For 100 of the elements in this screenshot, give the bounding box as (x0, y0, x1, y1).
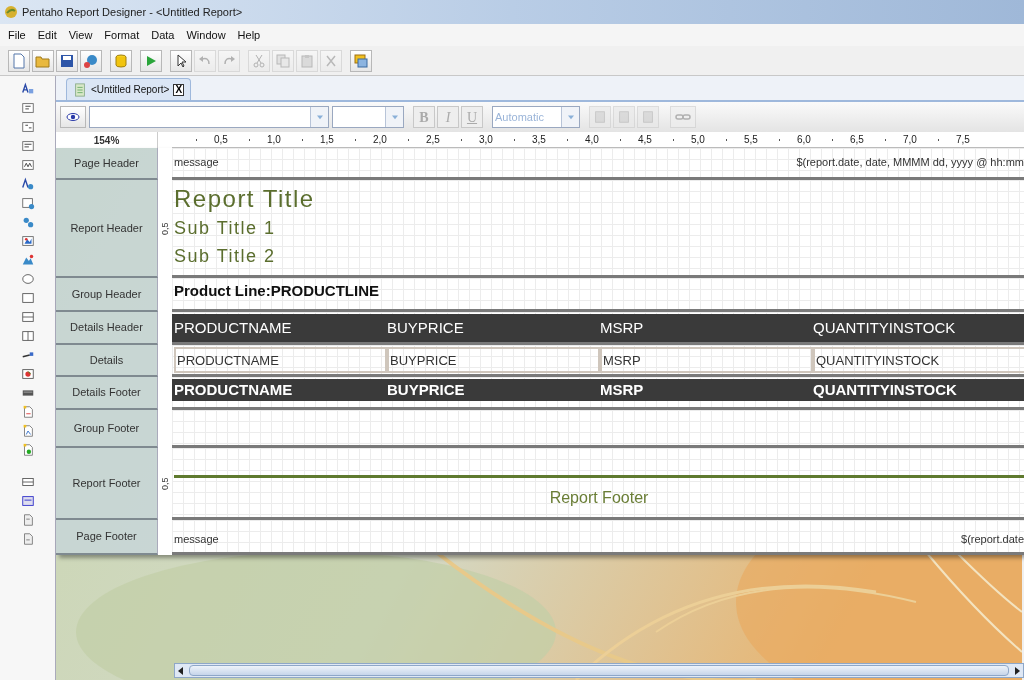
text-field-tool-icon[interactable] (20, 101, 35, 115)
column-header: QUANTITYINSTOCK (813, 318, 957, 338)
footer-text: Report Footer (549, 487, 649, 508)
summary-field: MSRP (600, 379, 813, 401)
band-label[interactable]: Report Footer (56, 448, 158, 520)
database-icon (113, 52, 129, 69)
ruler-label: 7,5 (956, 133, 970, 147)
band-label[interactable]: Page Header (56, 148, 158, 180)
font-size-dropdown[interactable] (332, 106, 404, 128)
ruler-tick (938, 139, 939, 141)
pointer-button[interactable] (170, 49, 192, 72)
tab-label: <Untitled Report> (91, 83, 170, 97)
floppy-disk-button[interactable] (56, 49, 78, 72)
windows-icon (353, 52, 369, 69)
image-tool-icon[interactable] (20, 253, 35, 267)
play-button[interactable] (140, 49, 162, 72)
ruler-label: 3,5 (532, 133, 546, 147)
document-icon (11, 52, 27, 69)
band-label[interactable]: Details (56, 345, 158, 377)
page-icon (593, 110, 607, 124)
date-field-tool-icon[interactable] (20, 139, 35, 153)
ruler-label: 0,5 (214, 133, 228, 147)
database-button[interactable] (110, 49, 132, 72)
ruler-label: 6,5 (850, 133, 864, 147)
number-field-tool-icon[interactable] (20, 120, 35, 134)
report-subtitle: Sub Title 2 (174, 245, 277, 268)
ruler-tick (832, 139, 833, 141)
message-field-tool-icon[interactable] (20, 158, 35, 172)
band-label[interactable]: Details Header (56, 312, 158, 345)
windows-button[interactable] (350, 49, 372, 72)
ruler-label: 6,0 (797, 133, 811, 147)
ruler-label: 1,0 (267, 133, 281, 147)
menu-item[interactable]: File (8, 26, 26, 44)
menu-item[interactable]: Format (104, 26, 140, 44)
summary-field: BUYPRICE (387, 379, 600, 401)
date-field: $(report.date (961, 530, 1024, 548)
ruler-label: 1,5 (320, 133, 334, 147)
ruler-tick (461, 139, 462, 141)
app-logo-icon (4, 5, 18, 19)
menu-item[interactable]: Data (151, 26, 175, 44)
ruler-tick (196, 139, 197, 141)
band-label[interactable]: Details Footer (56, 377, 158, 410)
paste-icon (299, 52, 315, 69)
document-tab[interactable]: <Untitled Report> X (66, 78, 192, 100)
ruler-label: 3,0 (479, 133, 493, 147)
preview-button[interactable] (60, 106, 86, 128)
ruler-tick (779, 139, 780, 141)
zoom-level: 154% (93, 133, 120, 148)
menu-item[interactable]: Window (186, 26, 226, 44)
page-icon (641, 110, 655, 124)
ruler-tick (567, 139, 568, 141)
horizontal-scrollbar[interactable] (174, 663, 1024, 678)
document-button[interactable] (8, 49, 30, 72)
group-title: Product Line:PRODUCTLINE (174, 281, 380, 301)
menu-item[interactable]: Help (237, 26, 261, 44)
ruler-label: 2,0 (373, 133, 387, 147)
data-field: BUYPRICE (387, 347, 600, 373)
ruler-label: 0,5 (158, 222, 171, 236)
resource-field-tool-icon[interactable] (20, 196, 35, 210)
column-header: MSRP (600, 318, 645, 338)
band-icon[interactable] (20, 475, 35, 489)
data-field: MSRP (600, 347, 813, 373)
summary-field: PRODUCTNAME (174, 379, 387, 401)
ruler-label: 7,0 (903, 133, 917, 147)
ruler-label: 4,5 (638, 133, 652, 147)
band-label[interactable]: Group Footer (56, 410, 158, 448)
document-icon (73, 82, 87, 97)
band-label[interactable]: Group Header (56, 278, 158, 312)
ruler-label: 5,0 (691, 133, 705, 147)
band-label[interactable]: Report Header (56, 180, 158, 278)
table-band-icon[interactable] (20, 494, 35, 508)
ruler-tick (249, 139, 250, 141)
menu-item[interactable]: View (68, 26, 93, 44)
ruler-label: 5,5 (744, 133, 758, 147)
band-label[interactable]: Page Footer (56, 520, 158, 555)
label-tool-icon[interactable] (20, 82, 35, 96)
ruler-tick (673, 139, 674, 141)
window-title: Pentaho Report Designer - <Untitled Report> (22, 4, 243, 20)
data-field: QUANTITYINSTOCK (813, 347, 1024, 373)
rectangle-icon[interactable] (20, 291, 35, 305)
close-button[interactable]: X (173, 83, 185, 96)
ruler-tick (355, 139, 356, 141)
report-title: Report Title (174, 184, 316, 214)
ruler-tick (408, 139, 409, 141)
summary-field: QUANTITYINSTOCK (813, 379, 1024, 401)
chart-icon[interactable] (20, 367, 35, 381)
ruler-tick (726, 139, 727, 141)
menu-item[interactable]: Edit (37, 26, 57, 44)
ellipse-icon[interactable] (20, 272, 35, 286)
ruler-label: 0,5 (158, 477, 171, 491)
ruler-tick (302, 139, 303, 141)
image-field-tool-icon[interactable] (20, 234, 35, 248)
scrollbar-thumb[interactable] (189, 665, 1009, 676)
ruler-tick (620, 139, 621, 141)
resource-label-tool-icon[interactable] (20, 177, 35, 191)
data-field: PRODUCTNAME (174, 347, 387, 373)
copy-icon (275, 52, 291, 69)
date-field: $(report.date, date, MMMM dd, yyyy @ hh:mm (796, 154, 1024, 171)
column-header: BUYPRICE (387, 318, 465, 338)
column-header: PRODUCTNAME (174, 318, 293, 338)
